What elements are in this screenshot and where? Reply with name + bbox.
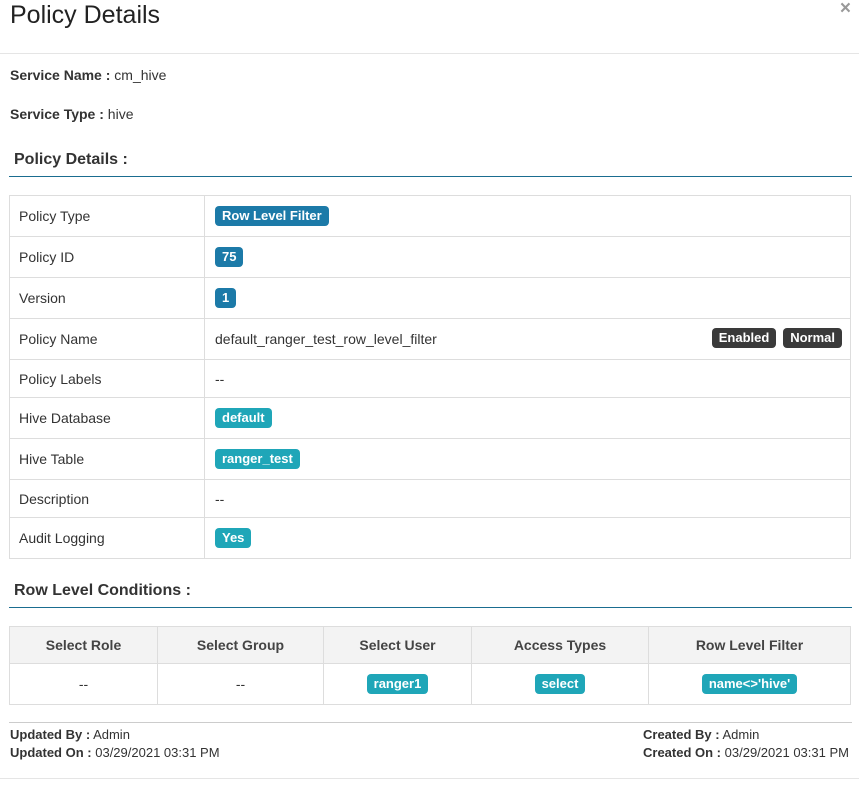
- detail-label: Audit Logging: [9, 517, 205, 559]
- conditions-table: Select Role Select Group Select User Acc…: [9, 626, 851, 705]
- column-header-select-role: Select Role: [9, 626, 158, 664]
- detail-row-hive-database: Hive Database default: [9, 397, 851, 439]
- detail-row-audit-logging: Audit Logging Yes: [9, 517, 851, 559]
- section-divider: [9, 176, 852, 177]
- detail-label: Hive Table: [9, 438, 205, 480]
- detail-row-policy-name: Policy Name default_ranger_test_row_leve…: [9, 318, 851, 360]
- created-on-line: Created On : 03/29/2021 03:31 PM: [643, 744, 849, 762]
- detail-row-version: Version 1: [9, 277, 851, 319]
- service-type-line: Service Type : hive: [10, 106, 133, 122]
- updated-on-label: Updated On :: [10, 745, 92, 760]
- updated-by-label: Updated By :: [10, 727, 91, 742]
- detail-row-policy-type: Policy Type Row Level Filter: [9, 195, 851, 237]
- detail-label: Version: [9, 277, 205, 319]
- created-info: Created By : Admin Created On : 03/29/20…: [643, 726, 849, 762]
- detail-label: Hive Database: [9, 397, 205, 439]
- created-on-label: Created On :: [643, 745, 722, 760]
- created-by-line: Created By : Admin: [643, 726, 849, 744]
- access-type-badge: select: [534, 674, 586, 694]
- column-header-access-types: Access Types: [471, 626, 649, 664]
- modal-header: Policy Details ×: [0, 0, 859, 54]
- column-header-row-level-filter: Row Level Filter: [648, 626, 851, 664]
- audit-logging-badge: Yes: [215, 528, 252, 548]
- detail-row-policy-id: Policy ID 75: [9, 236, 851, 278]
- service-name-label: Service Name :: [10, 67, 111, 83]
- select-group-cell: --: [157, 663, 324, 705]
- detail-label: Policy ID: [9, 236, 205, 278]
- detail-label: Policy Labels: [9, 359, 205, 398]
- normal-badge: Normal: [783, 328, 842, 348]
- version-badge: 1: [215, 288, 237, 308]
- policy-details-section-title: Policy Details :: [14, 151, 128, 168]
- enabled-badge: Enabled: [711, 328, 777, 348]
- modal-bottom-divider: [0, 778, 859, 779]
- detail-row-policy-labels: Policy Labels --: [9, 359, 851, 398]
- updated-on-value: 03/29/2021 03:31 PM: [95, 745, 220, 760]
- hive-database-badge: default: [215, 408, 272, 428]
- service-name-line: Service Name : cm_hive: [10, 67, 166, 83]
- updated-on-line: Updated On : 03/29/2021 03:31 PM: [10, 744, 220, 762]
- footer-divider: [9, 722, 852, 723]
- service-name-value: cm_hive: [114, 67, 167, 83]
- created-by-value: Admin: [722, 727, 760, 742]
- updated-info: Updated By : Admin Updated On : 03/29/20…: [10, 726, 220, 762]
- table-row: -- -- ranger1 select name<>'hive': [9, 663, 851, 705]
- modal-title: Policy Details: [10, 1, 161, 29]
- detail-label: Policy Type: [9, 195, 205, 237]
- policy-status-badges: Enabled Normal: [709, 328, 842, 348]
- policy-labels-value: --: [204, 359, 851, 398]
- column-header-select-group: Select Group: [157, 626, 324, 664]
- conditions-header-row: Select Role Select Group Select User Acc…: [9, 626, 851, 664]
- policy-name-value: default_ranger_test_row_level_filter: [215, 331, 437, 347]
- created-on-value: 03/29/2021 03:31 PM: [724, 745, 849, 760]
- row-level-conditions-title: Row Level Conditions :: [14, 582, 191, 599]
- updated-by-line: Updated By : Admin: [10, 726, 220, 744]
- policy-id-badge: 75: [215, 247, 244, 267]
- row-filter-badge: name<>'hive': [701, 674, 798, 694]
- detail-label: Policy Name: [9, 318, 205, 360]
- service-type-value: hive: [107, 106, 134, 122]
- hive-table-badge: ranger_test: [215, 449, 300, 469]
- user-badge: ranger1: [366, 674, 429, 694]
- service-type-label: Service Type :: [10, 106, 104, 122]
- description-value: --: [204, 479, 851, 518]
- created-by-label: Created By :: [643, 727, 720, 742]
- column-header-select-user: Select User: [323, 626, 472, 664]
- detail-row-hive-table: Hive Table ranger_test: [9, 438, 851, 480]
- select-role-cell: --: [9, 663, 158, 705]
- detail-label: Description: [9, 479, 205, 518]
- policy-type-badge: Row Level Filter: [215, 206, 329, 226]
- detail-row-description: Description --: [9, 479, 851, 518]
- updated-by-value: Admin: [93, 727, 130, 742]
- section-divider: [9, 607, 852, 608]
- close-icon[interactable]: ×: [840, 0, 851, 18]
- policy-details-table: Policy Type Row Level Filter Policy ID 7…: [9, 195, 851, 559]
